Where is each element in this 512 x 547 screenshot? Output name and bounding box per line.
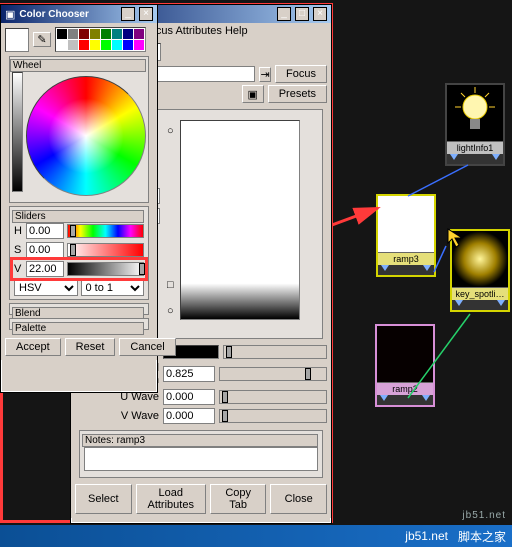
app-icon: ▣: [5, 8, 15, 21]
ae-select-button[interactable]: Select: [75, 484, 132, 514]
notes-label: Notes: ramp3: [82, 434, 318, 447]
ae-load-attributes-button[interactable]: Load Attributes: [136, 484, 206, 514]
maximize-button[interactable]: □: [295, 7, 309, 21]
vwave-slider[interactable]: [219, 409, 327, 423]
color-chooser-window: ▣ Color Chooser _ × ✎ Wheel Sliders: [0, 4, 158, 393]
h-field[interactable]: [26, 223, 64, 239]
cancel-button[interactable]: Cancel: [119, 338, 175, 356]
node-key-spotlight[interactable]: key_spotli…: [450, 229, 510, 312]
minimize-button[interactable]: _: [277, 7, 291, 21]
node-label: lightInfo1: [447, 141, 503, 154]
palette-grid[interactable]: [55, 27, 146, 52]
io-button[interactable]: ▣: [242, 85, 264, 103]
page-footer: jb51.net 脚本之家: [0, 525, 512, 547]
notes-textarea[interactable]: [84, 447, 318, 471]
ramp-handle-top[interactable]: ○: [167, 125, 174, 137]
wheel-group-label[interactable]: Wheel: [10, 59, 146, 72]
selected-position-slider[interactable]: [219, 367, 327, 381]
node-label: ramp2: [377, 382, 433, 395]
close-button[interactable]: ×: [139, 7, 153, 21]
accept-button[interactable]: Accept: [5, 338, 61, 356]
color-wheel[interactable]: [26, 76, 146, 196]
v-field[interactable]: [26, 261, 64, 277]
h-slider[interactable]: [67, 224, 144, 238]
presets-button[interactable]: Presets: [268, 85, 327, 103]
node-lightinfo[interactable]: lightInfo1: [445, 83, 505, 166]
ramp-handle-mid[interactable]: □: [167, 279, 174, 291]
current-color-swatch[interactable]: [5, 28, 29, 52]
sliders-group-label[interactable]: Sliders: [12, 210, 144, 223]
goto-button[interactable]: ⇥: [259, 67, 271, 82]
node-ramp2[interactable]: ramp2: [375, 324, 435, 407]
vwave-label: V Wave: [75, 410, 163, 422]
node-ramp3[interactable]: ramp3: [376, 194, 436, 277]
focus-button[interactable]: Focus: [275, 65, 327, 83]
range-select[interactable]: 0 to 1: [81, 280, 145, 296]
footer-link-brand[interactable]: 脚本之家: [458, 528, 506, 545]
ae-copy-tab-button[interactable]: Copy Tab: [210, 484, 267, 514]
s-label: S: [14, 244, 26, 256]
node-label: key_spotli…: [452, 287, 508, 300]
value-strip[interactable]: [12, 72, 23, 192]
cursor-icon: [442, 223, 498, 279]
h-label: H: [14, 225, 26, 237]
uwave-field[interactable]: [163, 389, 215, 405]
uwave-slider[interactable]: [219, 390, 327, 404]
selected-color-slider[interactable]: [223, 345, 327, 359]
s-field[interactable]: [26, 242, 64, 258]
v-slider[interactable]: [67, 262, 144, 276]
eyedropper-button[interactable]: ✎: [33, 32, 51, 47]
cc-titlebar[interactable]: ▣ Color Chooser _ ×: [1, 5, 157, 23]
close-button[interactable]: ×: [313, 7, 327, 21]
ae-close-button[interactable]: Close: [270, 484, 327, 514]
reset-button[interactable]: Reset: [65, 338, 116, 356]
minimize-button[interactable]: _: [121, 7, 135, 21]
watermark-url: jb51.net: [462, 510, 506, 521]
s-slider[interactable]: [67, 243, 144, 257]
node-label: ramp3: [378, 252, 434, 265]
selected-position-field[interactable]: [163, 366, 215, 382]
lightbulb-icon: [447, 85, 503, 141]
window-title: Color Chooser: [19, 9, 117, 20]
vwave-field[interactable]: [163, 408, 215, 424]
color-model-select[interactable]: HSV: [14, 280, 78, 296]
footer-link-url[interactable]: jb51.net: [405, 529, 448, 543]
v-label: V: [14, 263, 26, 275]
ramp-preview[interactable]: ○ □ ○: [180, 120, 300, 320]
ramp-handle-bottom[interactable]: ○: [167, 305, 174, 317]
palette-group-label[interactable]: Palette: [12, 322, 144, 335]
